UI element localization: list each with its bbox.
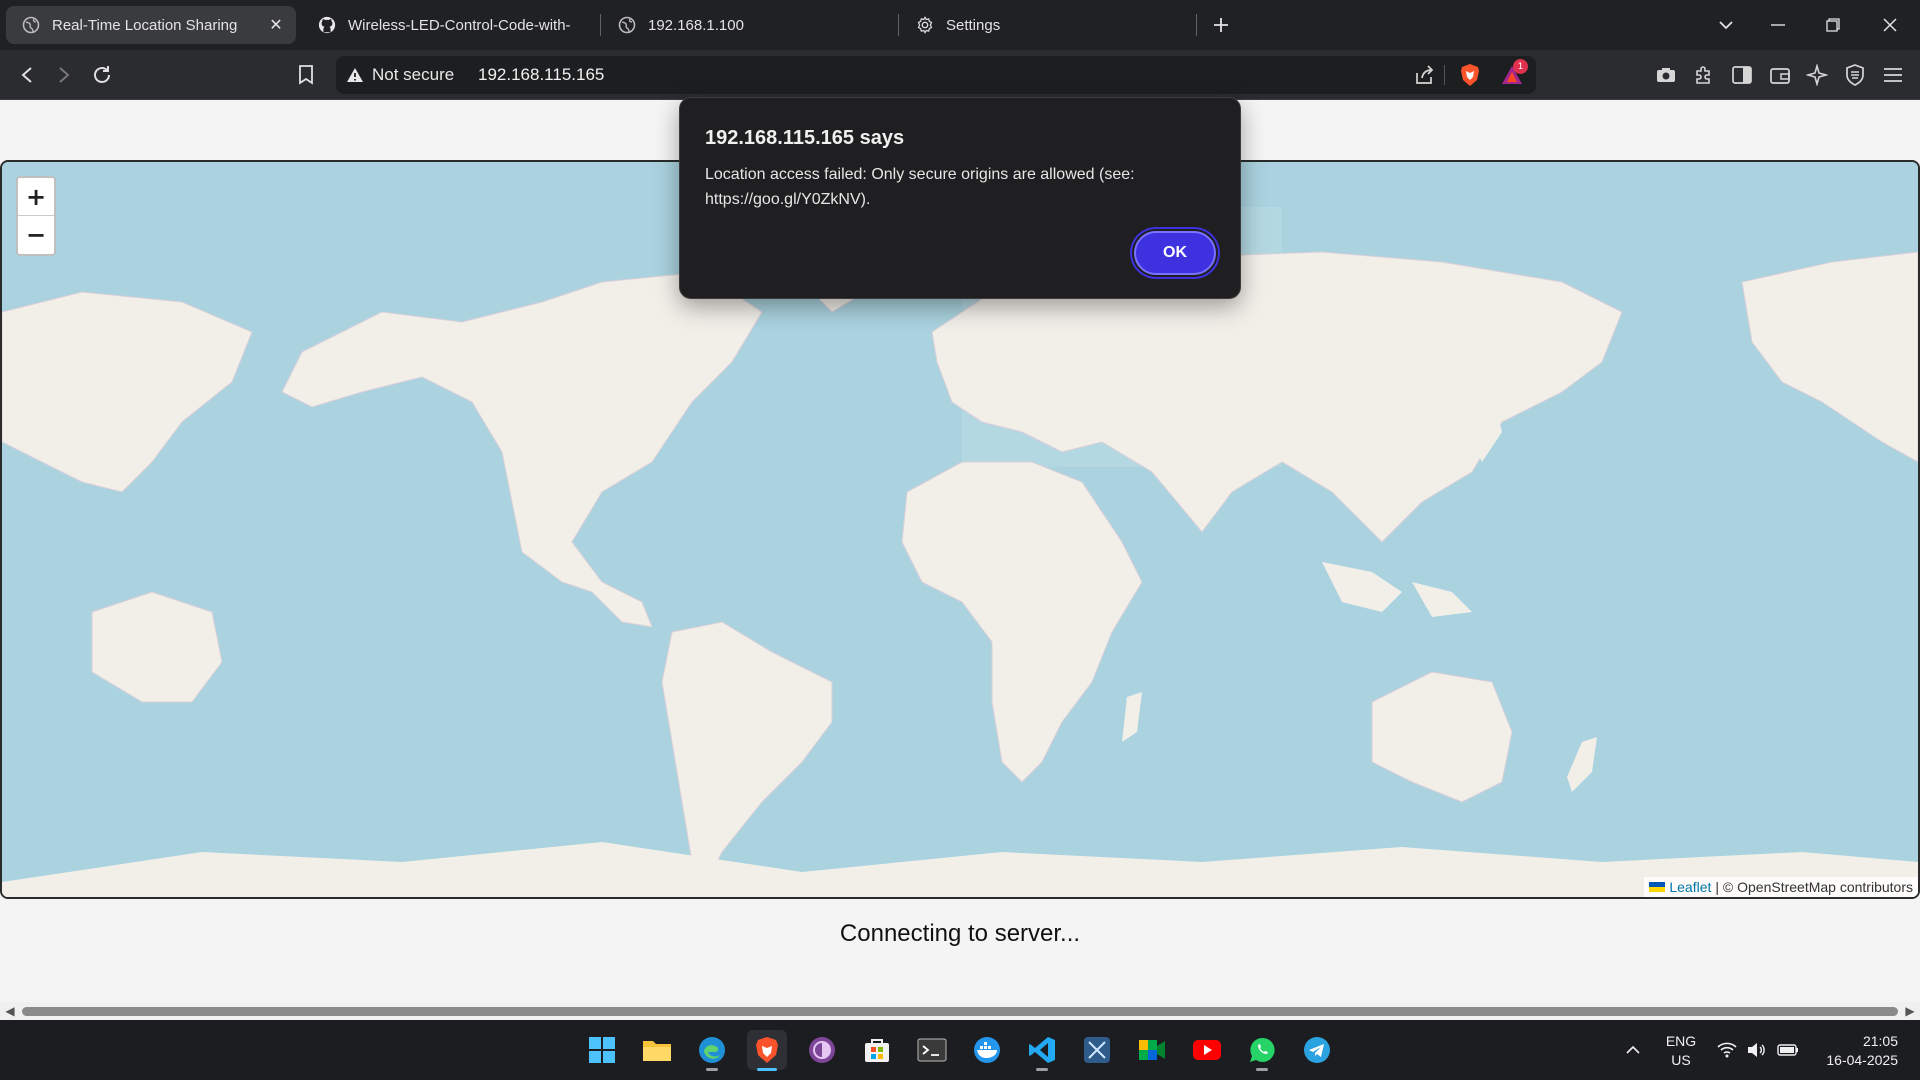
globe-icon (618, 16, 636, 34)
dialog-message: Location access failed: Only secure orig… (705, 166, 1135, 208)
notification-badge: 1 (1513, 59, 1528, 74)
tab-title: Wireless-LED-Control-Code-with-N (348, 16, 570, 34)
file-explorer-icon[interactable] (637, 1030, 677, 1070)
zoom-control: + − (16, 176, 56, 256)
bookmark-icon[interactable] (292, 61, 320, 89)
show-hidden-icons-icon[interactable] (1618, 1020, 1648, 1080)
running-indicator (757, 1068, 777, 1071)
store-icon[interactable] (857, 1030, 897, 1070)
omnibox-divider (1444, 65, 1445, 85)
vscode-icon[interactable] (1022, 1030, 1062, 1071)
gear-icon (916, 16, 934, 34)
map-attribution: Leaflet | © OpenStreetMap contributors (1644, 877, 1918, 897)
telegram-icon[interactable] (1297, 1030, 1337, 1070)
youtube-icon[interactable] (1187, 1030, 1227, 1070)
language-indicator[interactable]: ENG US (1660, 1032, 1702, 1070)
close-window-icon[interactable] (1870, 10, 1910, 40)
new-tab-button[interactable] (1208, 12, 1234, 38)
ok-button[interactable]: OK (1134, 231, 1216, 275)
tab-separator (898, 14, 899, 36)
browser-toolbar: Not secure 192.168.115.165 1 (0, 50, 1920, 100)
battery-icon[interactable] (1774, 1020, 1802, 1080)
tab-wireless-led[interactable]: Wireless-LED-Control-Code-with-N (302, 6, 590, 44)
scroll-left-icon[interactable]: ◀ (3, 1004, 17, 1018)
wallet-icon[interactable] (1766, 61, 1794, 89)
url-text[interactable]: 192.168.115.165 (478, 56, 604, 94)
zoom-in-button[interactable]: + (18, 178, 54, 216)
leo-ai-icon[interactable] (1803, 61, 1831, 89)
camera-icon[interactable] (1652, 61, 1680, 89)
brave-shields-icon[interactable] (1456, 61, 1484, 89)
zoom-out-button[interactable]: − (18, 216, 54, 254)
security-chip[interactable]: Not secure (346, 56, 454, 94)
github-icon (318, 16, 336, 34)
tab-title: Real-Time Location Sharing (52, 16, 238, 34)
windows-start-icon[interactable] (582, 1030, 622, 1070)
running-indicator (1036, 1068, 1048, 1071)
running-indicator (1256, 1068, 1268, 1071)
back-icon[interactable] (13, 61, 41, 89)
vpn-shield-icon[interactable] (1841, 61, 1869, 89)
connection-status: Connecting to server... (839, 920, 1081, 947)
dialog-title: 192.168.115.165 says (705, 127, 905, 149)
language-line2: US (1671, 1052, 1691, 1068)
restore-icon[interactable] (1813, 10, 1853, 40)
close-tab-icon[interactable]: ✕ (266, 15, 286, 35)
tab-title: 192.168.1.100 (648, 16, 744, 34)
tab-separator (1196, 14, 1197, 36)
tab-strip: Real-Time Location Sharing ✕ Wireless-LE… (0, 0, 1920, 50)
whatsapp-icon[interactable] (1242, 1030, 1282, 1071)
attribution-text: | © OpenStreetMap contributors (1715, 879, 1913, 895)
brave-rewards-icon[interactable]: 1 (1498, 59, 1528, 89)
warning-icon (347, 68, 363, 82)
system-clock[interactable]: 21:05 16-04-2025 (1808, 1032, 1898, 1070)
google-meet-icon[interactable] (1132, 1030, 1172, 1070)
tab-settings[interactable]: Settings (900, 6, 1196, 44)
sidebar-icon[interactable] (1728, 61, 1756, 89)
tor-icon[interactable] (802, 1030, 842, 1070)
docker-icon[interactable] (967, 1030, 1007, 1070)
forward-icon[interactable] (50, 61, 78, 89)
tab-192-168-1-100[interactable]: 192.168.1.100 (602, 6, 898, 44)
leaflet-link[interactable]: Leaflet (1669, 879, 1711, 895)
globe-icon (22, 16, 40, 34)
reload-icon[interactable] (88, 61, 116, 89)
windows-taskbar: ENG US 21:05 16-04-2025 (0, 1020, 1920, 1080)
scrollbar-thumb[interactable] (22, 1007, 1898, 1016)
minimize-icon[interactable] (1758, 10, 1798, 40)
tab-search-dropdown-icon[interactable] (1706, 10, 1746, 40)
tab-title: Settings (946, 16, 1001, 34)
language-line1: ENG (1665, 1033, 1697, 1049)
wifi-icon[interactable] (1714, 1020, 1740, 1080)
running-indicator (706, 1068, 718, 1071)
edge-icon[interactable] (692, 1030, 732, 1071)
brave-icon[interactable] (747, 1030, 787, 1071)
terminal-icon[interactable] (912, 1030, 952, 1070)
security-label: Not secure (372, 65, 455, 84)
extensions-icon[interactable] (1690, 61, 1718, 89)
clock-date: 16-04-2025 (1826, 1052, 1898, 1068)
menu-icon[interactable] (1879, 61, 1907, 89)
tab-separator (600, 14, 601, 36)
ukraine-flag-icon (1649, 882, 1666, 892)
snipping-tool-icon[interactable] (1077, 1030, 1117, 1070)
address-bar[interactable]: Not secure 192.168.115.165 1 (336, 56, 1536, 94)
tab-real-time-location-sharing[interactable]: Real-Time Location Sharing ✕ (6, 6, 296, 44)
horizontal-scrollbar[interactable]: ◀ ▶ (0, 1002, 1920, 1020)
share-icon[interactable] (1410, 61, 1438, 89)
volume-icon[interactable] (1744, 1020, 1770, 1080)
alert-dialog: 192.168.115.165 says Location access fai… (679, 97, 1241, 299)
clock-time: 21:05 (1862, 1033, 1898, 1049)
scroll-right-icon[interactable]: ▶ (1903, 1004, 1917, 1018)
